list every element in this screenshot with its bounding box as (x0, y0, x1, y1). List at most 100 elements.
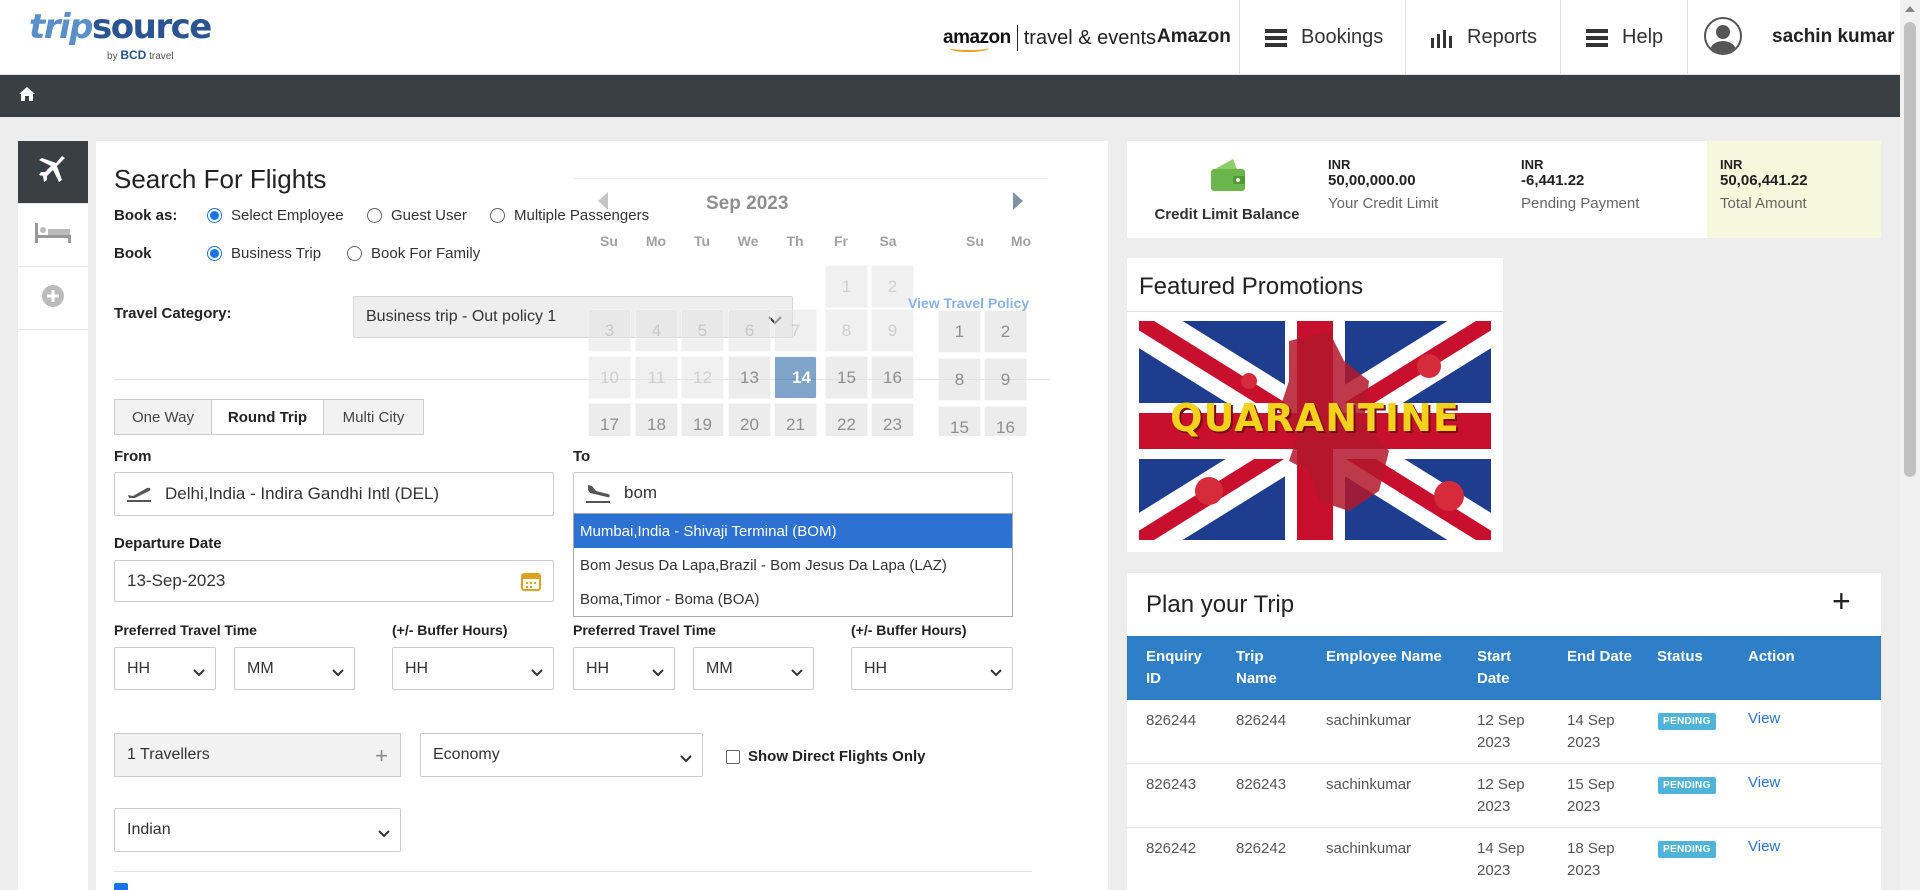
page-scrollbar[interactable] (1900, 0, 1920, 890)
chevron-down-icon (332, 664, 344, 682)
add-service-tab[interactable] (18, 267, 88, 330)
radio-button[interactable] (207, 246, 222, 261)
divider (1127, 311, 1503, 312)
return-hour-select[interactable]: HH (573, 647, 675, 690)
nationality-select[interactable]: Indian (114, 808, 401, 852)
cell-start-date: 12 Sep 2023 (1477, 776, 1525, 815)
view-travel-policy-link[interactable]: View Travel Policy (908, 295, 1029, 311)
total-col: INR 50,06,441.22 Total Amount (1720, 157, 1808, 212)
radio-guest-user[interactable]: Guest User (367, 207, 467, 224)
tab-round-trip[interactable]: Round Trip (211, 399, 324, 435)
th-enquiry-id[interactable]: Enquiry ID (1146, 646, 1202, 690)
checkbox-box[interactable] (726, 749, 740, 764)
chevron-down-icon (990, 664, 1002, 682)
scroll-up-icon[interactable] (1905, 6, 1915, 12)
calendar-day[interactable]: 15 (825, 356, 868, 399)
direct-flights-checkbox[interactable]: Show Direct Flights Only (726, 748, 926, 765)
checkbox-box[interactable] (114, 883, 128, 890)
view-link[interactable]: View (1748, 774, 1780, 791)
next-month-icon[interactable] (1013, 192, 1023, 210)
logo-by: by (107, 51, 118, 62)
th-status[interactable]: Status (1657, 646, 1703, 668)
departure-buffer-select[interactable]: HH (392, 647, 554, 690)
suggestion-item[interactable]: Boma,Timor - Boma (BOA) (574, 582, 1012, 616)
calendar-day[interactable]: 17 (588, 403, 631, 436)
calendar-day[interactable]: 16 (984, 406, 1027, 436)
calendar-day[interactable]: 21 (774, 403, 817, 436)
chevron-down-icon (791, 664, 803, 682)
th-end-date[interactable]: End Date (1567, 646, 1632, 668)
radio-book-for-family[interactable]: Book For Family (347, 245, 480, 262)
calendar-day: 7 (774, 309, 817, 352)
calendar-day[interactable]: 20 (728, 403, 771, 436)
calendar-day[interactable]: 8 (938, 358, 981, 401)
credit-limit-caption: Your Credit Limit (1328, 195, 1439, 212)
calendar-day-selected[interactable]: 14 (774, 356, 817, 399)
from-input[interactable]: Delhi,India - Indira Gandhi Intl (DEL) (114, 472, 554, 516)
th-action[interactable]: Action (1748, 646, 1795, 668)
cell-employee: sachinkumar (1326, 776, 1412, 793)
calendar-day[interactable]: 23 (871, 403, 914, 436)
to-input[interactable]: bom (573, 472, 1013, 514)
view-link[interactable]: View (1748, 710, 1780, 727)
radio-select-employee[interactable]: Select Employee (207, 207, 344, 224)
plan-title: Plan your Trip (1146, 591, 1295, 618)
th-employee-name[interactable]: Employee Name (1326, 646, 1442, 668)
return-minute-select[interactable]: MM (693, 647, 814, 690)
th-start-date[interactable]: Start Date (1477, 646, 1511, 690)
view-link[interactable]: View (1748, 838, 1780, 855)
calendar-day[interactable]: 2 (984, 310, 1027, 353)
calendar-dow: Th (786, 233, 804, 249)
calendar-day[interactable]: 19 (681, 403, 724, 436)
nav-reports[interactable]: Reports (1405, 0, 1560, 75)
partial-checkbox[interactable] (114, 883, 136, 890)
calendar-day[interactable]: 15 (938, 406, 981, 436)
home-icon[interactable] (18, 86, 36, 107)
select-value: Economy (433, 746, 500, 763)
tab-one-way[interactable]: One Way (114, 399, 212, 435)
radio-button[interactable] (207, 208, 222, 223)
suggestion-item[interactable]: Bom Jesus Da Lapa,Brazil - Bom Jesus Da … (574, 548, 1012, 582)
chevron-down-icon (531, 664, 543, 682)
cell-trip-name: 826242 (1236, 840, 1287, 857)
suggestion-item[interactable]: Mumbai,India - Shivaji Terminal (BOM) (574, 514, 1012, 548)
radio-business-trip[interactable]: Business Trip (207, 245, 321, 262)
plus-icon[interactable]: + (375, 743, 388, 769)
return-buffer-select[interactable]: HH (851, 647, 1013, 690)
scrollbar-thumb[interactable] (1904, 22, 1916, 477)
to-suggestions-dropdown: Mumbai,India - Shivaji Terminal (BOM) Bo… (573, 513, 1013, 617)
th-trip-name[interactable]: Trip Name (1236, 646, 1277, 690)
promo-image[interactable]: QUARANTINE (1139, 321, 1491, 540)
calendar-day[interactable]: 16 (871, 356, 914, 399)
radio-button[interactable] (367, 208, 382, 223)
travel-category-value: Business trip - Out policy 1 (366, 308, 557, 325)
departure-date-input[interactable]: 13-Sep-2023 (114, 560, 554, 602)
calendar-day: 8 (825, 309, 868, 352)
calendar-day[interactable]: 13 (728, 356, 771, 399)
radio-button[interactable] (347, 246, 362, 261)
nav-bookings-label: Bookings (1301, 26, 1384, 48)
departure-minute-select[interactable]: MM (234, 647, 355, 690)
calendar-month: Sep 2023 (706, 193, 789, 214)
user-name[interactable]: sachin kumar (1772, 26, 1895, 48)
calendar-icon[interactable] (521, 571, 541, 596)
calendar-day[interactable]: 22 (825, 403, 868, 436)
nav-bookings[interactable]: Bookings (1239, 0, 1405, 75)
nav-help[interactable]: Help (1560, 0, 1687, 75)
cabin-class-select[interactable]: Economy (420, 733, 703, 777)
tripsource-logo[interactable]: tripsource by BCD travel (29, 8, 212, 62)
calendar-day[interactable]: 9 (984, 358, 1027, 401)
credit-title: Credit Limit Balance (1154, 205, 1300, 223)
departure-hour-select[interactable]: HH (114, 647, 216, 690)
add-trip-button[interactable]: + (1832, 585, 1851, 617)
user-avatar-icon[interactable] (1704, 17, 1742, 55)
flights-tab[interactable] (18, 141, 88, 204)
travellers-selector[interactable]: 1 Travellers + (114, 733, 401, 777)
radio-button[interactable] (490, 208, 505, 223)
calendar-day: 10 (588, 356, 631, 399)
hotels-tab[interactable] (18, 204, 88, 267)
prev-month-icon[interactable] (598, 192, 608, 210)
tab-multi-city[interactable]: Multi City (323, 399, 424, 435)
calendar-day[interactable]: 18 (635, 403, 678, 436)
calendar-day[interactable]: 1 (938, 310, 981, 353)
